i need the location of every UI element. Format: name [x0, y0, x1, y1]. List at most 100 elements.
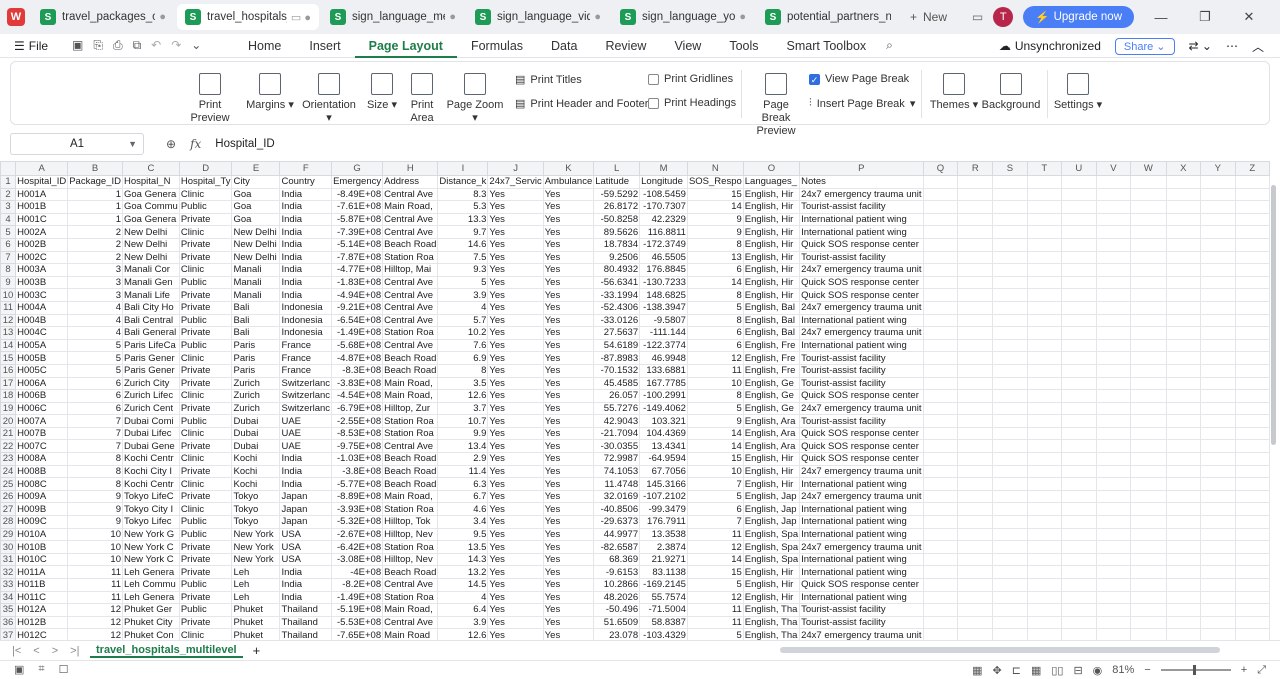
cell[interactable] [1060, 414, 1097, 428]
cell[interactable]: -4.87E+08 [331, 351, 384, 365]
cell[interactable]: -3.93E+08 [331, 502, 384, 517]
cell[interactable]: Main Road, [382, 603, 439, 617]
cell[interactable] [1234, 540, 1270, 554]
cell[interactable] [1200, 426, 1236, 441]
cell[interactable]: Yes [542, 489, 595, 504]
horizontal-scrollbar[interactable] [780, 647, 1220, 653]
document-tab[interactable]: Spotential_partners_ngos [757, 4, 899, 30]
cell[interactable]: Bali Central [121, 313, 180, 328]
cell[interactable]: Quick SOS response center [799, 578, 924, 592]
cell[interactable]: Station Roa [382, 250, 439, 265]
cell[interactable] [1026, 552, 1062, 567]
cell[interactable]: -4.54E+08 [331, 389, 384, 403]
cell[interactable]: 6.4 [437, 603, 489, 617]
cell[interactable]: Thailand [279, 615, 333, 630]
column-header[interactable]: T [1026, 161, 1062, 176]
cell[interactable]: International patient wing [799, 527, 924, 542]
cell[interactable] [1234, 489, 1270, 504]
cell[interactable] [1060, 212, 1097, 227]
cell[interactable] [957, 414, 994, 428]
cell[interactable] [922, 615, 959, 630]
cell[interactable]: 6.7 [437, 489, 489, 504]
cell[interactable] [1095, 389, 1132, 403]
cell[interactable] [1234, 212, 1270, 227]
cell[interactable]: -8.2E+08 [331, 578, 384, 592]
cell[interactable]: Zurich Cent [121, 401, 180, 416]
cell[interactable] [1060, 351, 1097, 365]
column-header[interactable]: D [178, 161, 233, 176]
cell[interactable]: -40.8506 [593, 502, 641, 517]
cell[interactable]: Tokyo [231, 502, 281, 517]
cell[interactable]: 45.4585 [593, 376, 641, 391]
cell[interactable]: Hilltop, Nev [382, 527, 439, 542]
cell[interactable]: 42.2329 [639, 212, 688, 227]
restore-icon[interactable]: ❐ [1188, 9, 1222, 25]
cell[interactable] [992, 426, 1028, 441]
cell[interactable]: International patient wing [799, 338, 924, 353]
cell[interactable] [1026, 464, 1062, 479]
view-page-break-checkbox[interactable]: ✓ View Page Break [809, 73, 909, 85]
cell[interactable] [1165, 175, 1202, 189]
cell[interactable]: Yes [487, 250, 544, 265]
cell[interactable]: 21.9271 [639, 552, 688, 567]
cell[interactable]: -111.144 [639, 326, 688, 340]
cell[interactable]: H010C [15, 552, 69, 567]
cell[interactable]: English, Hir [742, 288, 801, 302]
cell[interactable]: -2.55E+08 [331, 414, 384, 428]
cell[interactable]: 24x7 emergency trauma unit [799, 187, 924, 202]
cell[interactable] [1200, 489, 1236, 504]
cell[interactable]: Tourist-assist facility [799, 603, 924, 617]
cell[interactable]: New Delhi [231, 237, 281, 252]
cell[interactable]: Paris Gener [121, 363, 180, 378]
cell[interactable]: Phuket Ger [121, 603, 180, 617]
cell[interactable]: Yes [542, 313, 595, 328]
cell[interactable]: English, Hir [742, 263, 801, 277]
cell[interactable]: Main Road, [382, 200, 439, 214]
cell[interactable] [1200, 389, 1236, 403]
cell[interactable]: English, Hir [742, 578, 801, 592]
cell[interactable] [957, 565, 994, 579]
cell[interactable] [992, 200, 1028, 214]
cell[interactable] [1026, 578, 1062, 592]
cell[interactable]: Bali [231, 300, 281, 315]
cell[interactable] [1234, 615, 1270, 630]
row-header[interactable]: 29 [0, 527, 17, 542]
cell[interactable] [1130, 275, 1167, 290]
cell[interactable]: -5.87E+08 [331, 212, 384, 227]
cell[interactable]: -1.49E+08 [331, 326, 384, 340]
zoom-in-icon[interactable]: + [1241, 664, 1247, 676]
cell[interactable]: -8.53E+08 [331, 426, 384, 441]
cell[interactable]: Clinic [178, 452, 233, 466]
cell[interactable] [1234, 389, 1270, 403]
menu-item[interactable]: Smart Toolbox [773, 34, 881, 58]
cell[interactable]: India [279, 464, 333, 479]
cell[interactable] [1026, 615, 1062, 630]
cell[interactable]: Address [382, 175, 439, 189]
cell[interactable] [922, 237, 959, 252]
cell[interactable] [1165, 275, 1202, 290]
cell[interactable] [992, 250, 1028, 265]
cell[interactable] [1130, 237, 1167, 252]
cell[interactable]: Yes [487, 603, 544, 617]
cell[interactable]: 103.321 [639, 414, 688, 428]
cell[interactable]: Paris [231, 363, 281, 378]
cell[interactable]: Thailand [279, 603, 333, 617]
row-header[interactable]: 33 [0, 578, 17, 592]
upgrade-button[interactable]: ⚡ Upgrade now [1023, 6, 1134, 28]
avatar[interactable]: T [993, 7, 1014, 27]
cell[interactable]: 13.4 [437, 439, 489, 454]
cell[interactable] [1130, 363, 1167, 378]
zoom-out-icon[interactable]: − [1144, 664, 1150, 676]
cell[interactable] [1060, 477, 1097, 491]
row-header[interactable]: 11 [0, 300, 17, 315]
cell[interactable]: 48.2026 [593, 590, 641, 605]
cell[interactable]: Public [178, 338, 233, 353]
cell[interactable] [1200, 225, 1236, 239]
cell[interactable]: 9.7 [437, 225, 489, 239]
cell[interactable]: Zurich [231, 401, 281, 416]
cell[interactable]: H003B [15, 275, 69, 290]
cell[interactable]: Hospital_ID [15, 175, 69, 189]
reading-mode-icon[interactable]: ⊏ [1012, 664, 1021, 677]
cell[interactable]: Tourist-assist facility [799, 351, 924, 365]
cell[interactable]: 6 [67, 401, 123, 416]
